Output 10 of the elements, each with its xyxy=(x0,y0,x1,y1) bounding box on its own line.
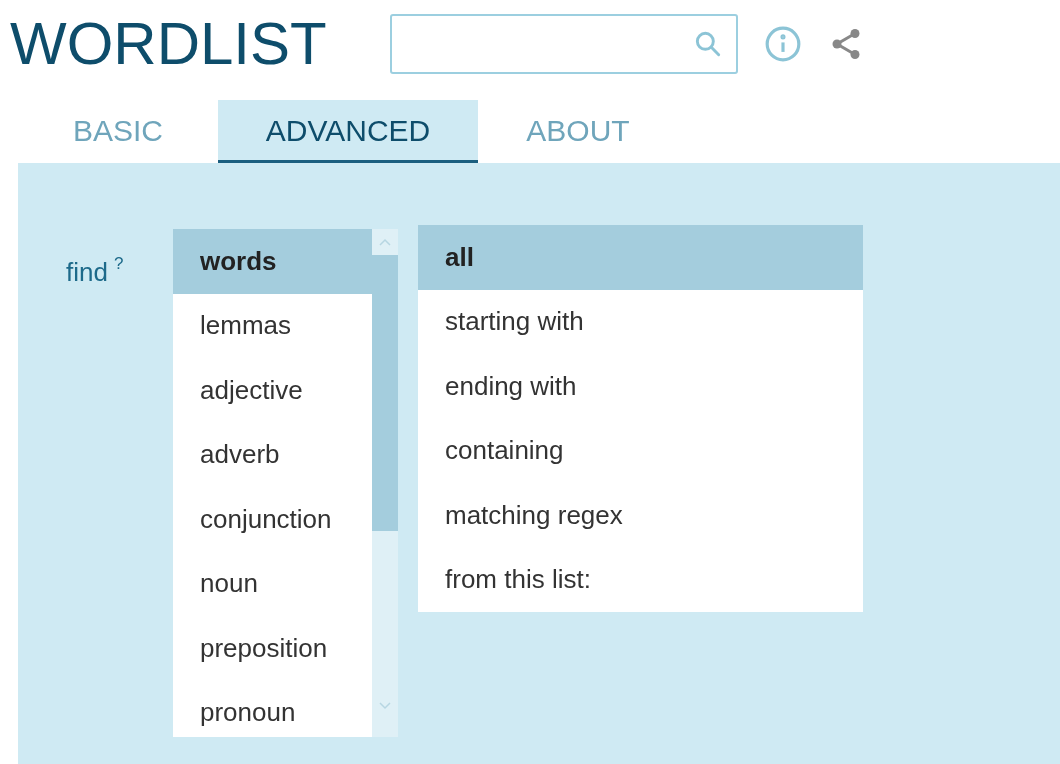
scrollbar[interactable] xyxy=(372,229,398,737)
app-title: WORDLIST xyxy=(10,14,328,74)
info-icon[interactable] xyxy=(764,25,802,63)
scroll-thumb[interactable] xyxy=(372,255,398,531)
help-mark[interactable]: ? xyxy=(113,255,124,272)
find-label: find xyxy=(66,256,108,289)
list-item[interactable]: all xyxy=(418,225,863,290)
list-item[interactable]: words xyxy=(173,229,372,294)
search-field[interactable] xyxy=(390,14,738,74)
tab[interactable]: ADVANCED xyxy=(218,100,478,163)
